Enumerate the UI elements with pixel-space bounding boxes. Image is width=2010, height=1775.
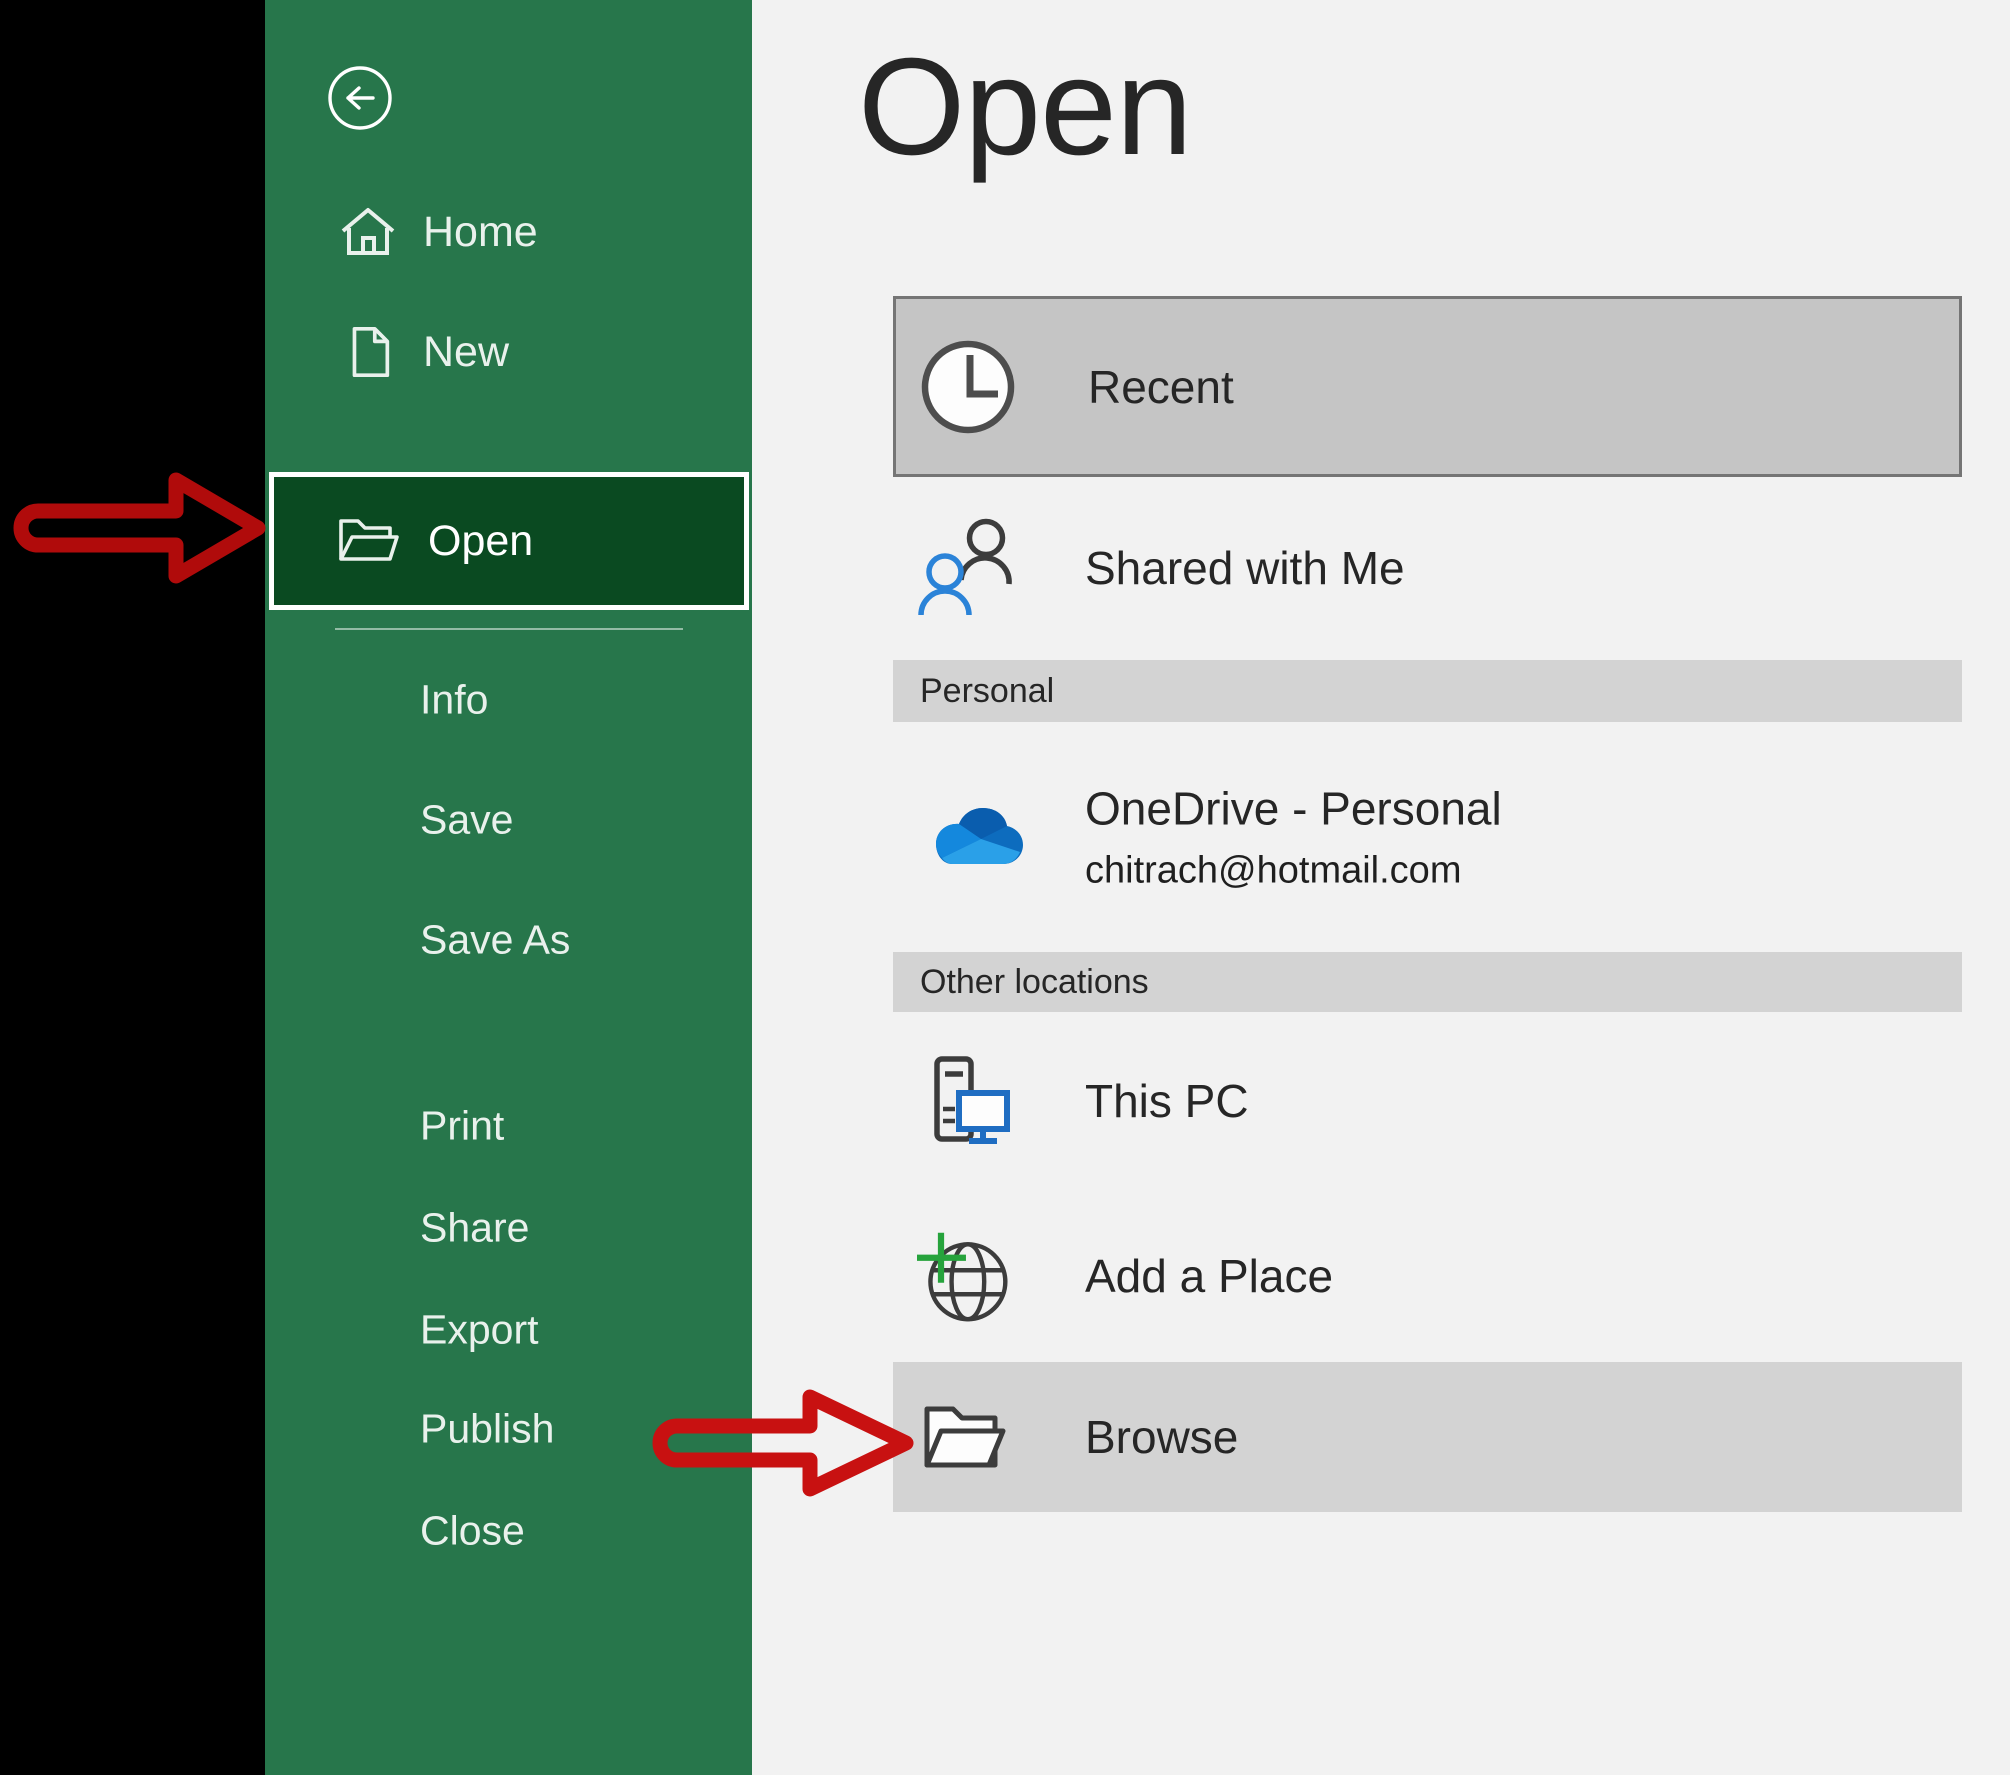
place-item-add-a-place[interactable]: Add a Place <box>893 1190 1962 1362</box>
nav-item-recent[interactable]: Recent <box>893 296 1962 477</box>
place-item-label: OneDrive - Personal <box>1085 782 1502 836</box>
section-header-label: Other locations <box>920 963 1149 1002</box>
sidebar-item-print[interactable]: Print <box>420 1103 504 1150</box>
sidebar-item-close[interactable]: Close <box>420 1508 525 1555</box>
section-header-label: Personal <box>920 672 1054 711</box>
this-pc-icon <box>917 1051 1013 1151</box>
place-item-this-pc[interactable]: This PC <box>893 1012 1962 1190</box>
sidebar-item-label: Home <box>423 208 538 257</box>
nav-item-label: Recent <box>1088 360 1234 414</box>
sidebar-item-save[interactable]: Save <box>420 797 513 844</box>
home-icon <box>337 201 399 263</box>
sidebar-item-save-as[interactable]: Save As <box>420 917 570 964</box>
sidebar-item-export[interactable]: Export <box>420 1307 539 1354</box>
place-item-account-email: chitrach@hotmail.com <box>1085 850 1502 893</box>
page-title: Open <box>858 28 1192 187</box>
nav-item-shared-with-me[interactable]: Shared with Me <box>893 477 1962 658</box>
section-header-personal: Personal <box>893 660 1962 722</box>
backstage-sidebar: Home New Open Info Save Save As <box>265 0 752 1775</box>
sidebar-item-share[interactable]: Share <box>420 1205 529 1252</box>
sidebar-item-info[interactable]: Info <box>420 677 488 724</box>
place-item-label: This PC <box>1085 1074 1249 1128</box>
new-document-icon <box>337 321 399 383</box>
shared-people-icon <box>917 518 1013 618</box>
onedrive-cloud-icon <box>927 802 1027 872</box>
place-item-browse[interactable]: Browse <box>893 1362 1962 1512</box>
sidebar-item-new[interactable]: New <box>265 297 752 407</box>
place-item-text: OneDrive - Personal chitrach@hotmail.com <box>1085 782 1502 893</box>
sidebar-item-publish[interactable]: Publish <box>420 1406 554 1453</box>
section-header-other-locations: Other locations <box>893 952 1962 1012</box>
globe-plus-icon <box>917 1226 1013 1326</box>
place-item-label: Browse <box>1085 1410 1238 1464</box>
place-item-label: Add a Place <box>1085 1249 1333 1303</box>
clock-icon <box>920 337 1016 437</box>
back-arrow-icon <box>326 119 394 136</box>
nav-item-label: Shared with Me <box>1085 541 1405 595</box>
sidebar-item-label: Open <box>428 517 533 566</box>
sidebar-divider <box>335 628 683 630</box>
back-button[interactable] <box>326 64 394 132</box>
sidebar-item-home[interactable]: Home <box>265 177 752 287</box>
excel-backstage-open-view: Home New Open Info Save Save As <box>0 0 2010 1775</box>
browse-folder-icon <box>917 1387 1013 1487</box>
place-item-onedrive-personal[interactable]: OneDrive - Personal chitrach@hotmail.com <box>893 722 1962 952</box>
sidebar-item-label: New <box>423 328 509 377</box>
annotation-arrow-to-open <box>0 458 272 598</box>
open-folder-icon <box>336 513 402 569</box>
sidebar-item-open-selected[interactable]: Open <box>269 472 749 610</box>
